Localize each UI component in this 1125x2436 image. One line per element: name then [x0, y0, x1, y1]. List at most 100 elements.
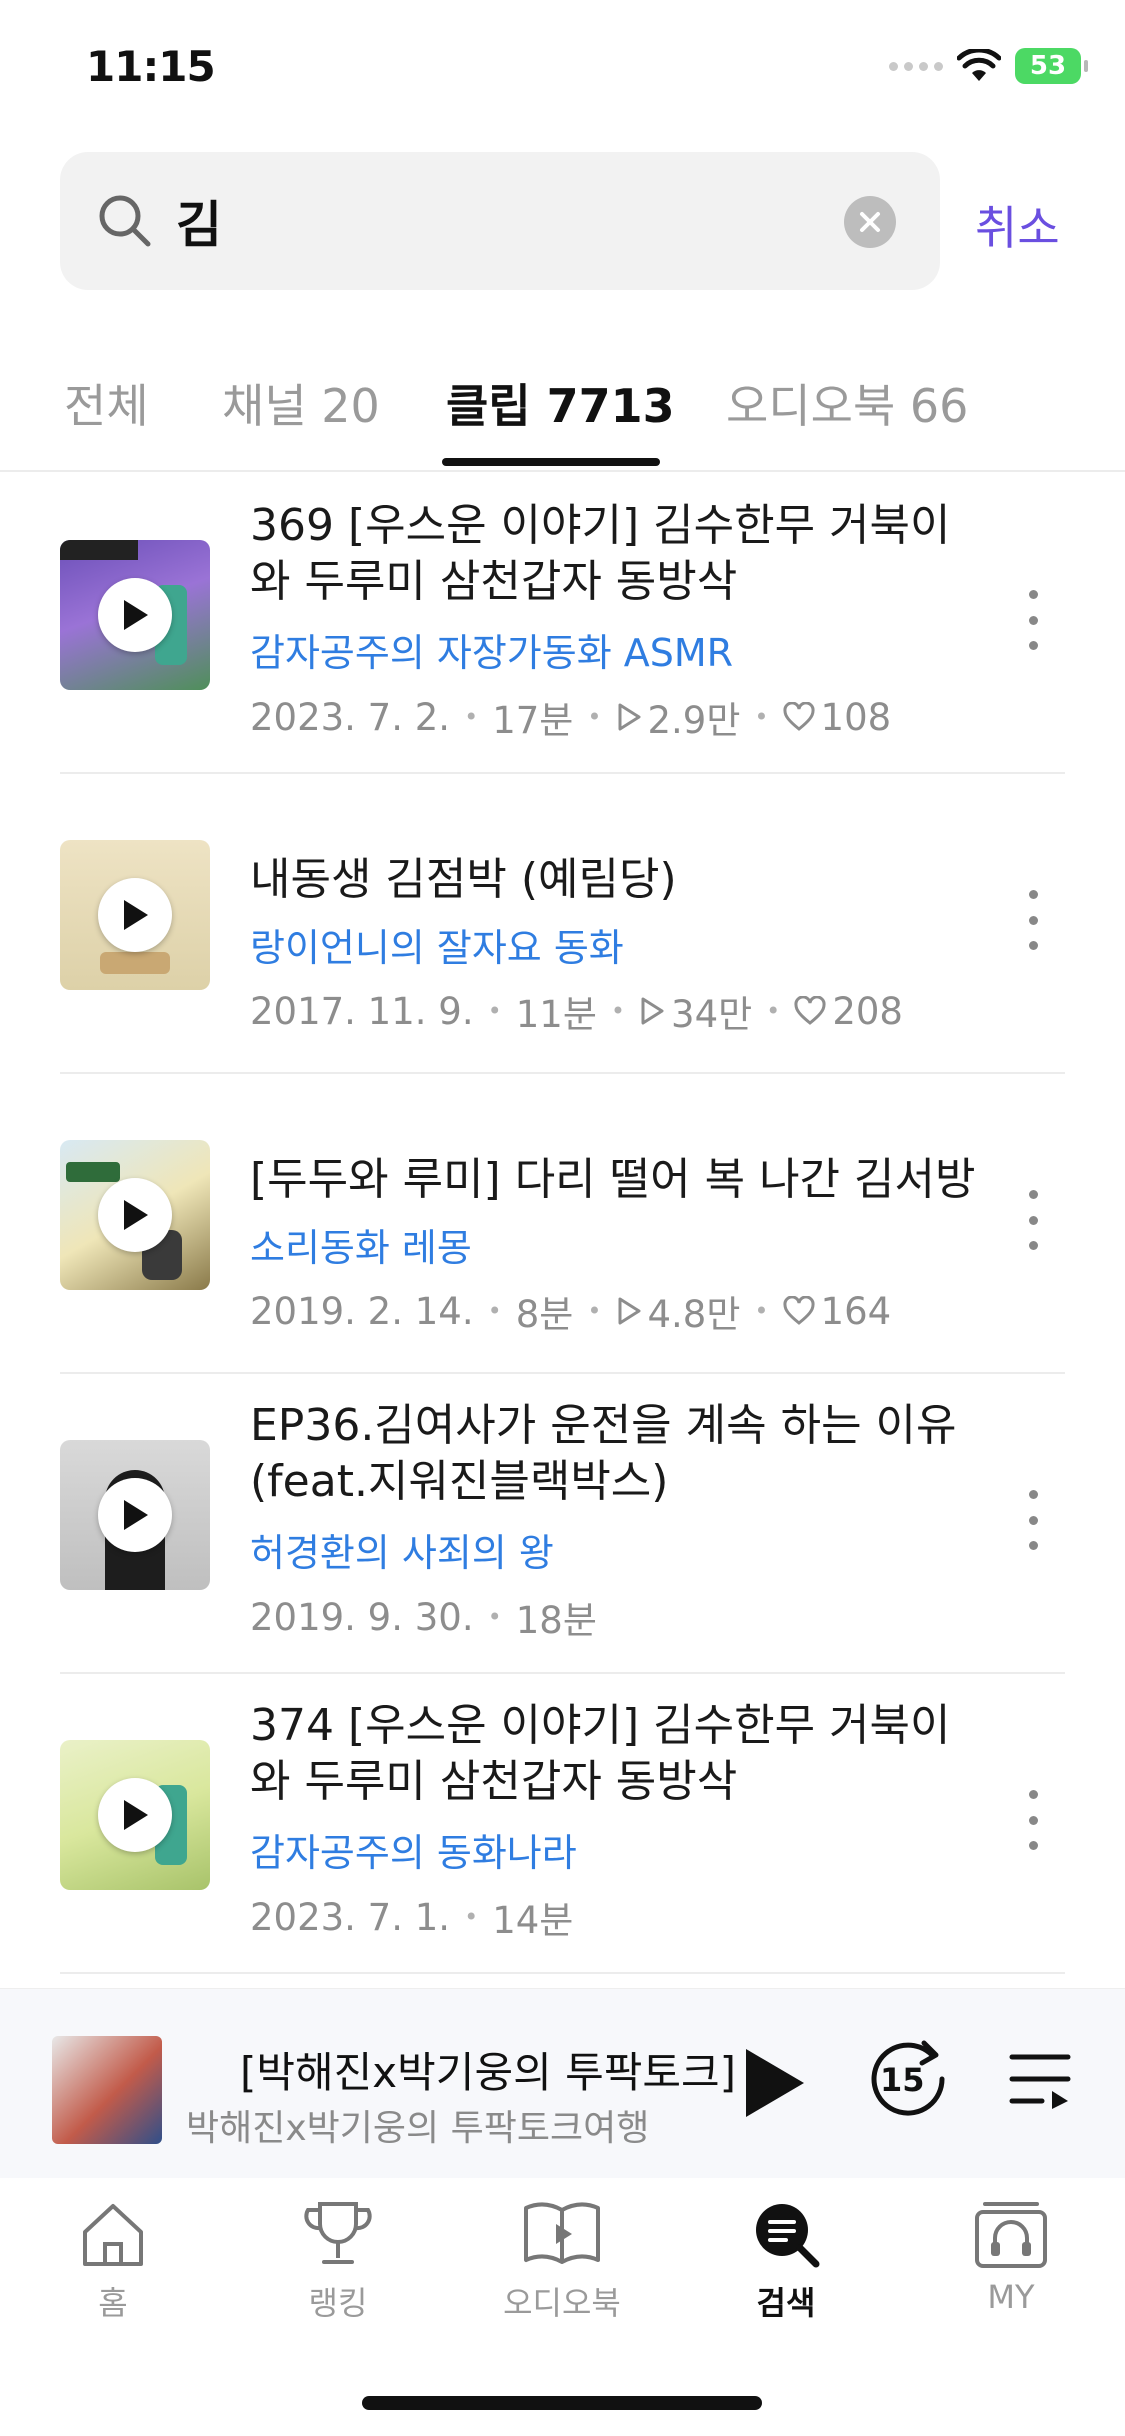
play-count-icon [618, 703, 640, 731]
play-button[interactable] [98, 1478, 172, 1552]
clip-channel[interactable]: 랑이언니의 잘자요 동화 [250, 917, 624, 972]
clip-likes: 208 [832, 989, 903, 1033]
clip-likes: 164 [820, 1289, 892, 1333]
tab-channels[interactable]: 채널 20 [222, 370, 380, 436]
status-time: 11:15 [86, 42, 216, 91]
search-icon [756, 2204, 820, 2268]
play-count-icon [618, 1297, 640, 1325]
clear-search-button[interactable] [844, 196, 896, 248]
clip-duration: 18분 [515, 1599, 597, 1642]
cellular-signal-icon [889, 61, 943, 71]
mini-player-title[interactable]: [박해진x박기웅의 투팍토크] [240, 2039, 736, 2100]
nav-label: 검색 [756, 2284, 816, 2322]
clip-meta: 2019. 2. 14. • 8분 • 4.8만 • 164 [250, 1284, 891, 1338]
clip-thumbnail[interactable] [60, 840, 210, 990]
play-icon [124, 1800, 148, 1830]
more-options-button[interactable] [1018, 1790, 1048, 1850]
clip-date: 2023. 7. 1. [250, 1895, 451, 1939]
play-button[interactable] [98, 878, 172, 952]
clip-thumbnail[interactable] [60, 540, 210, 690]
clip-date: 2023. 7. 2. [250, 695, 451, 739]
nav-audiobook[interactable]: 오디오북 [482, 2198, 642, 2324]
clip-plays: 4.8만 [647, 1293, 741, 1336]
clip-thumbnail[interactable] [60, 1440, 210, 1590]
clip-plays: 34만 [671, 993, 753, 1036]
thumbnail-figure [100, 952, 170, 974]
clip-thumbnail[interactable] [60, 1740, 210, 1890]
nav-search[interactable]: 검색 [706, 2198, 866, 2324]
mini-player-thumbnail[interactable] [52, 2036, 162, 2144]
clip-duration: 11분 [515, 993, 597, 1036]
search-input[interactable] [176, 188, 776, 254]
tab-audiobooks[interactable]: 오디오북 66 [726, 370, 968, 436]
clip-meta: 2023. 7. 2. • 17분 • 2.9만 • 108 [250, 690, 891, 744]
heart-icon [783, 702, 815, 731]
close-icon [860, 212, 880, 232]
clip-meta: 2023. 7. 1. • 14분 [250, 1890, 573, 1944]
thumbnail-logo [66, 1162, 120, 1182]
clip-likes: 108 [820, 695, 892, 739]
cancel-button[interactable]: 취소 [975, 192, 1060, 258]
play-button[interactable] [98, 1778, 172, 1852]
more-options-button[interactable] [1018, 590, 1048, 650]
mini-player-subtitle: 박해진x박기웅의 투팍토크여행 [186, 2108, 650, 2149]
list-item[interactable]: EP36.김여사가 운전을 계속 하는 이유 (feat.지워진블랙박스) 허경… [60, 1372, 1065, 1674]
nav-label: 홈 [98, 2284, 128, 2322]
home-icon [83, 2204, 143, 2266]
more-options-button[interactable] [1018, 1190, 1048, 1250]
nav-label: 랭킹 [308, 2284, 368, 2322]
play-count-icon [641, 997, 664, 1025]
more-options-button[interactable] [1018, 890, 1048, 950]
clip-channel[interactable]: 소리동화 레몽 [250, 1217, 472, 1272]
tab-all[interactable]: 전체 [64, 370, 149, 436]
play-icon[interactable] [742, 2045, 808, 2121]
nav-label: 오디오북 [503, 2284, 621, 2322]
clip-channel[interactable]: 감자공주의 동화나라 [250, 1822, 577, 1877]
list-item[interactable]: 369 [우스운 이야기] 김수한무 거북이와 두루미 삼천갑자 동방삭 감자공… [60, 472, 1065, 774]
skip-forward-15-button[interactable]: 15 [866, 2037, 950, 2121]
nav-home[interactable]: 홈 [33, 2198, 193, 2324]
play-icon [124, 900, 148, 930]
clip-channel[interactable]: 허경환의 사죄의 왕 [250, 1522, 554, 1577]
play-icon [124, 1500, 148, 1530]
clip-date: 2019. 2. 14. [250, 1289, 474, 1333]
result-tabs: 전체 채널 20 클립 7713 오디오북 66 [0, 370, 1125, 472]
clip-title[interactable]: 내동생 김점박 (예림당) [250, 852, 990, 908]
active-tab-indicator [442, 458, 660, 466]
search-box[interactable] [60, 152, 940, 290]
mini-player[interactable]: [박해진x박기웅의 투팍토크] 박해진x박기웅의 투팍토크여행 15 [0, 1988, 1125, 2179]
home-indicator [362, 2396, 762, 2410]
book-icon [524, 2202, 600, 2264]
thumbnail-label-bar [60, 540, 138, 560]
clip-duration: 14분 [492, 1899, 574, 1942]
nav-label: MY [987, 2278, 1035, 2316]
clip-title[interactable]: [두두와 루미] 다리 떨어 복 나간 김서방 [250, 1152, 990, 1208]
clip-title[interactable]: 369 [우스운 이야기] 김수한무 거북이와 두루미 삼천갑자 동방삭 [250, 498, 990, 610]
more-options-button[interactable] [1018, 1490, 1048, 1550]
list-item[interactable]: 내동생 김점박 (예림당) 랑이언니의 잘자요 동화 2017. 11. 9. •… [60, 772, 1065, 1074]
nav-my[interactable]: MY [931, 2198, 1091, 2316]
nav-ranking[interactable]: 랭킹 [258, 2198, 418, 2324]
clip-meta: 2019. 9. 30. • 18분 [250, 1590, 597, 1644]
battery-level: 53 [1029, 51, 1067, 81]
clip-channel[interactable]: 감자공주의 자장가동화 ASMR [250, 622, 733, 677]
heart-icon [783, 1296, 815, 1325]
clip-meta: 2017. 11. 9. • 11분 • 34만 • 208 [250, 984, 903, 1038]
tab-clips[interactable]: 클립 7713 [446, 370, 675, 436]
list-item[interactable]: [두두와 루미] 다리 떨어 복 나간 김서방 소리동화 레몽 2019. 2.… [60, 1072, 1065, 1374]
status-bar: 11:15 53 [0, 0, 1125, 140]
status-icons: 53 [889, 48, 1088, 84]
clip-title[interactable]: EP36.김여사가 운전을 계속 하는 이유 (feat.지워진블랙박스) [250, 1398, 990, 1510]
list-item[interactable]: 374 [우스운 이야기] 김수한무 거북이와 두루미 삼천갑자 동방삭 감자공… [60, 1672, 1065, 1974]
headphones-icon [975, 2202, 1047, 2268]
play-button[interactable] [98, 1178, 172, 1252]
clip-title[interactable]: 374 [우스운 이야기] 김수한무 거북이와 두루미 삼천갑자 동방삭 [250, 1698, 990, 1810]
playlist-icon[interactable] [1008, 2051, 1072, 2109]
wifi-icon [957, 49, 1001, 81]
heart-icon [794, 996, 826, 1025]
play-button[interactable] [98, 578, 172, 652]
clip-duration: 17분 [492, 699, 574, 742]
clip-thumbnail[interactable] [60, 1140, 210, 1290]
clip-date: 2019. 9. 30. [250, 1595, 474, 1639]
search-icon [99, 195, 151, 247]
